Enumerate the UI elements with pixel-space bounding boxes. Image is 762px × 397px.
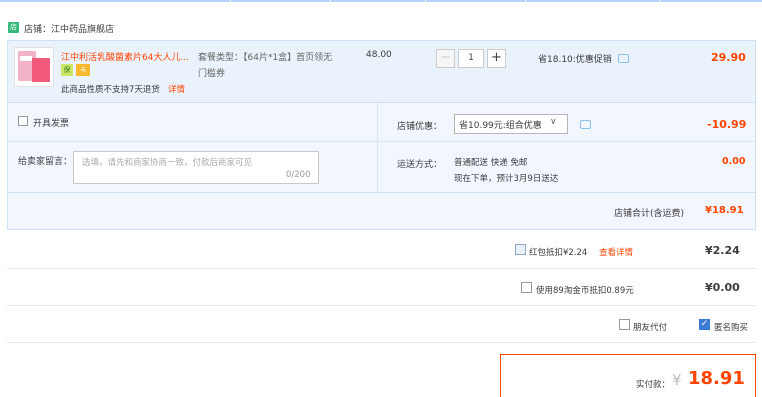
payment-total: 18.91	[688, 368, 745, 389]
redpacket-detail-link[interactable]: 查看详情	[599, 246, 633, 258]
item-subtotal: 29.90	[711, 51, 746, 64]
header-separator	[425, 0, 426, 2]
row-divider	[7, 342, 756, 343]
shipping-method-label: 运送方式：	[397, 160, 443, 170]
invoice-label[interactable]: 开具发票	[33, 116, 69, 129]
panel-divider	[7, 141, 756, 142]
row-divider	[7, 305, 756, 306]
promotion-text: 省18.10:优惠促销	[538, 55, 612, 65]
anonymous-purchase-label[interactable]: 匿名购买	[714, 321, 748, 333]
header-separator	[230, 0, 231, 2]
taobao-coin-label[interactable]: 使用89淘金币抵扣0.89元	[536, 284, 634, 296]
friend-pay-label[interactable]: 朋友代付	[633, 321, 667, 333]
shipping-method: 普通配送 快递 免邮	[454, 158, 528, 168]
redpacket-checkbox[interactable]	[515, 244, 526, 255]
return-policy-note: 此商品性质不支持7天退货	[61, 85, 160, 95]
shop-discount-value[interactable]: 省10.99元:组合优惠	[459, 118, 542, 131]
shop-discount-label: 店铺优惠：	[397, 122, 443, 132]
header-separator	[330, 0, 331, 2]
discount-info-icon[interactable]	[580, 120, 591, 129]
currency-symbol: ¥	[672, 371, 682, 389]
guarantee-badge-icon[interactable]: 保	[61, 64, 73, 76]
anonymous-purchase-checkbox[interactable]: ✓	[699, 319, 710, 330]
product-thumbnail[interactable]	[14, 47, 54, 87]
delivery-estimate: 现在下单，预计3月9日送达	[454, 174, 559, 184]
quantity-decrease-button[interactable]: −	[436, 49, 455, 68]
taobao-coin-checkbox[interactable]	[521, 282, 532, 293]
card-badge-icon[interactable]: 卡	[76, 64, 90, 76]
taobao-coin-amount: ¥0.00	[705, 281, 740, 294]
invoice-checkbox[interactable]	[18, 116, 28, 126]
top-accent-line	[0, 0, 762, 2]
product-sku: 套餐类型：【64片*1盒】首页领无门槛券	[198, 53, 333, 79]
chevron-down-icon[interactable]: ∨	[550, 117, 557, 127]
redpacket-label[interactable]: 红包抵扣¥2.24	[529, 246, 587, 258]
product-title[interactable]: 江中利活乳酸菌素片64大人儿...	[61, 50, 193, 63]
row-divider	[7, 268, 756, 269]
seller-message-placeholder: 选填，请先和商家协商一致，付款后商家可见	[82, 158, 253, 168]
redpacket-amount: ¥2.24	[705, 244, 740, 257]
payment-label: 实付款：	[636, 380, 671, 390]
seller-message-label: 给卖家留言：	[18, 157, 73, 167]
friend-pay-checkbox[interactable]	[619, 319, 630, 330]
unit-price: 48.00	[366, 50, 392, 60]
shipping-fee: 0.00	[722, 156, 746, 167]
quantity-input[interactable]: 1	[458, 49, 484, 68]
shop-name[interactable]: 店铺：江中药品旗舰店	[24, 22, 114, 35]
message-char-count: 0/200	[286, 170, 311, 180]
shop-icon: 店	[8, 22, 19, 33]
header-separator	[660, 0, 661, 2]
shop-subtotal-value: ¥18.91	[705, 205, 744, 216]
panel-divider	[377, 103, 378, 192]
promotion-info-icon[interactable]	[618, 54, 629, 63]
shop-subtotal-label: 店铺合计(含运费)	[614, 209, 685, 219]
shop-discount-amount: -10.99	[707, 118, 747, 131]
return-detail-link[interactable]: 详情	[168, 83, 185, 95]
quantity-increase-button[interactable]: +	[487, 49, 506, 68]
header-separator	[525, 0, 526, 2]
